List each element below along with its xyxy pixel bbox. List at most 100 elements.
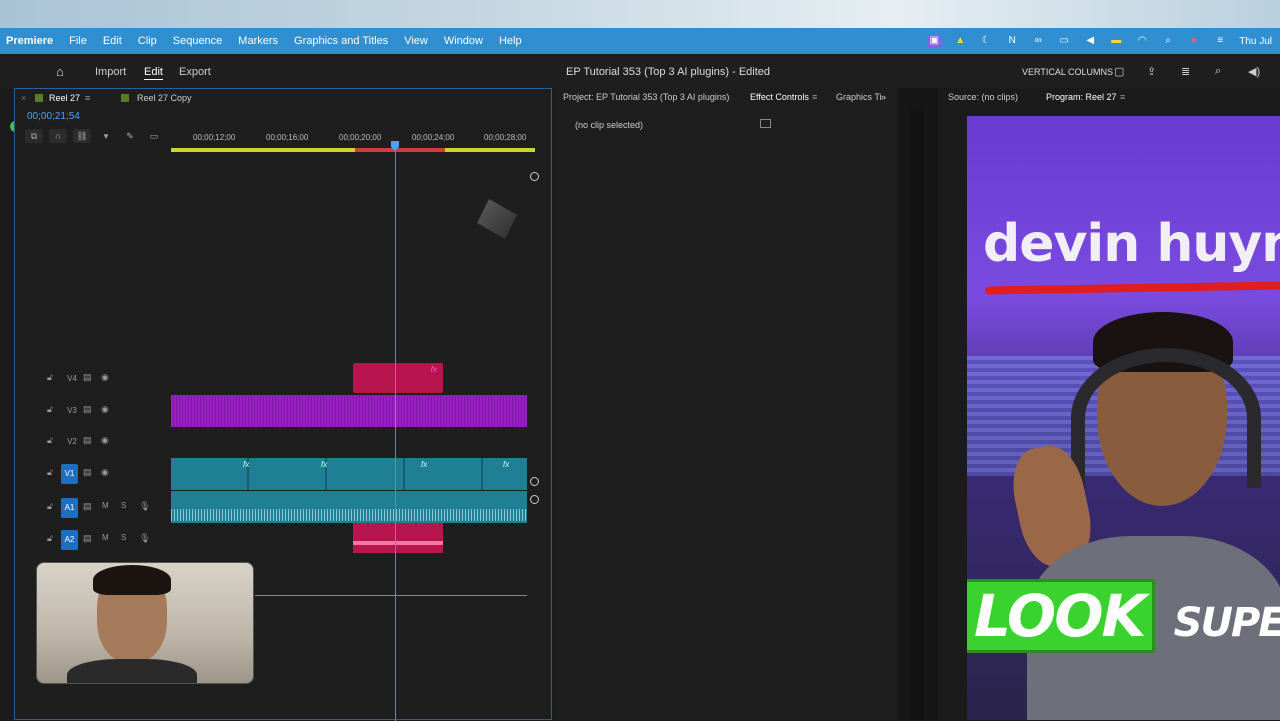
tab-effect-controls[interactable]: Effect Controls [750, 92, 809, 102]
home-icon[interactable]: ⌂ [56, 64, 72, 79]
tab-program[interactable]: Program: Reel 27 [1046, 92, 1117, 102]
screen-record-icon[interactable]: ▣ [927, 35, 942, 47]
captions-icon[interactable]: ▭ [145, 129, 163, 143]
menu-edit[interactable]: Edit [103, 35, 122, 47]
snap-icon[interactable]: ∩ [49, 129, 67, 143]
track-name[interactable]: V2 [65, 435, 79, 449]
menu-graphics-and-titles[interactable]: Graphics and Titles [294, 35, 388, 47]
tab-source[interactable]: Source: (no clips) [948, 92, 1018, 102]
cursor-icon [477, 199, 517, 239]
close-icon[interactable]: × [21, 93, 26, 103]
work-area-bar[interactable] [171, 148, 535, 152]
linked-selection-icon[interactable]: ⛓ [73, 129, 91, 143]
menubar-clock[interactable]: Thu Jul [1239, 36, 1272, 47]
eye-icon[interactable]: ◉ [101, 467, 109, 478]
lock-icon[interactable]: 🔓︎ [47, 501, 53, 512]
overlay-look-text: LOOK [967, 579, 1156, 653]
notion-icon[interactable]: N [1005, 35, 1019, 47]
track-header-v1: 🔓︎ V1 ▤ ◉ [15, 461, 171, 485]
eye-icon[interactable]: ◉ [101, 372, 109, 383]
moon-icon[interactable]: ☾ [979, 35, 993, 47]
marker-icon[interactable]: ▾ [97, 129, 115, 143]
tab-menu-icon[interactable]: ≡ [85, 93, 90, 103]
nest-icon[interactable]: ⧉ [25, 129, 43, 143]
microphone-icon[interactable]: 🎙︎ [139, 501, 150, 512]
ruler-label: 00;00;28;00 [484, 133, 527, 142]
track-name[interactable]: V3 [65, 404, 79, 418]
tab-import[interactable]: Import [95, 66, 126, 78]
tab-reel-27-copy[interactable]: Reel 27 Copy [137, 93, 192, 103]
tab-export[interactable]: Export [179, 66, 211, 78]
panel-toggle-icon[interactable] [760, 119, 771, 128]
panel-resize-handle[interactable] [910, 110, 924, 720]
track-name[interactable]: V4 [65, 372, 79, 386]
sync-lock-icon[interactable]: ▤ [83, 467, 92, 478]
lock-icon[interactable]: 🔓︎ [47, 533, 53, 544]
clip-v4[interactable]: fx [353, 363, 443, 393]
wifi-icon[interactable]: ◠ [1135, 35, 1149, 47]
track-target-a1[interactable]: A1 [61, 498, 78, 518]
share-icon[interactable]: ⇪ [1147, 65, 1156, 78]
tab-menu-icon[interactable]: ≡ [812, 92, 817, 102]
audio-icon[interactable]: ◀) [1248, 65, 1260, 78]
workspace-selector[interactable]: VERTICAL COLUMNS [1022, 67, 1113, 77]
more-tabs-icon[interactable]: » [881, 92, 886, 102]
display-icon[interactable]: ▭ [1057, 35, 1071, 47]
search-icon[interactable]: ⌕ [1161, 35, 1175, 47]
clip-v1[interactable]: fx fx fx fx [171, 458, 527, 490]
solo-button[interactable]: S [121, 533, 126, 542]
menu-markers[interactable]: Markers [238, 35, 278, 47]
track-target-a2[interactable]: A2 [61, 530, 78, 550]
menu-sequence[interactable]: Sequence [173, 35, 223, 47]
lock-icon[interactable]: 🔓︎ [47, 435, 53, 446]
track-header-a2: 🔓︎ A2 ▤ M S 🎙︎ [15, 527, 171, 551]
panel-layout-icon[interactable]: ▢ [1114, 65, 1124, 78]
mute-button[interactable]: M [102, 533, 109, 542]
time-ruler[interactable]: 00;00;12;00 00;00;16;00 00;00;20;00 00;0… [171, 129, 535, 155]
menu-window[interactable]: Window [444, 35, 483, 47]
sync-lock-icon[interactable]: ▤ [83, 372, 92, 383]
timeline-timecode[interactable]: 00;00;21;54 [27, 111, 80, 122]
mute-button[interactable]: M [102, 501, 109, 510]
no-clip-message: (no clip selected) [575, 120, 644, 130]
lock-icon[interactable]: 🔓︎ [47, 467, 53, 478]
eye-icon[interactable]: ◉ [101, 404, 109, 415]
app-menu[interactable]: Premiere [6, 35, 53, 47]
track-target-v1[interactable]: V1 [61, 464, 78, 484]
menu-file[interactable]: File [69, 35, 87, 47]
sync-lock-icon[interactable]: ▤ [83, 501, 92, 512]
volume-icon[interactable]: ◀ [1083, 35, 1097, 47]
lock-icon[interactable]: 🔓︎ [47, 372, 53, 383]
wrench-icon[interactable]: ✎ [121, 129, 139, 143]
menu-view[interactable]: View [404, 35, 428, 47]
vertical-zoom-handle[interactable] [530, 172, 539, 181]
progress-icon[interactable]: ≣ [1181, 65, 1190, 78]
tab-graphics[interactable]: Graphics Ti [836, 92, 882, 102]
clip-a1[interactable] [171, 491, 527, 523]
siri-icon[interactable]: ● [1187, 35, 1201, 47]
lock-icon[interactable]: 🔓︎ [47, 404, 53, 415]
link-icon[interactable]: ∞ [1031, 35, 1045, 47]
sync-lock-icon[interactable]: ▤ [83, 435, 92, 446]
sync-lock-icon[interactable]: ▤ [83, 533, 92, 544]
microphone-icon[interactable]: 🎙︎ [139, 533, 150, 544]
zoom-icon[interactable]: ⌕ [1215, 65, 1221, 78]
sync-lock-icon[interactable]: ▤ [83, 404, 92, 415]
solo-button[interactable]: S [121, 501, 126, 510]
program-video-frame[interactable]: devin huynl LOOK SUPE [967, 116, 1280, 720]
clip-v3[interactable] [171, 395, 527, 427]
warning-icon[interactable]: ▲ [953, 35, 967, 47]
tab-project[interactable]: Project: EP Tutorial 353 (Top 3 AI plugi… [563, 92, 729, 102]
track-scroll-handle[interactable] [530, 495, 539, 504]
track-scroll-handle[interactable] [530, 477, 539, 486]
tab-reel-27[interactable]: Reel 27 [49, 93, 80, 103]
eye-icon[interactable]: ◉ [101, 435, 109, 446]
tab-edit[interactable]: Edit [144, 66, 163, 78]
menu-clip[interactable]: Clip [138, 35, 157, 47]
control-center-icon[interactable]: ≡ [1213, 35, 1227, 47]
menu-help[interactable]: Help [499, 35, 522, 47]
battery-icon[interactable]: ▬ [1109, 35, 1123, 47]
program-monitor-panel: Source: (no clips) Program: Reel 27 ≡ de… [940, 88, 1280, 720]
clip-a2[interactable] [353, 523, 443, 553]
tab-menu-icon[interactable]: ≡ [1120, 92, 1125, 102]
